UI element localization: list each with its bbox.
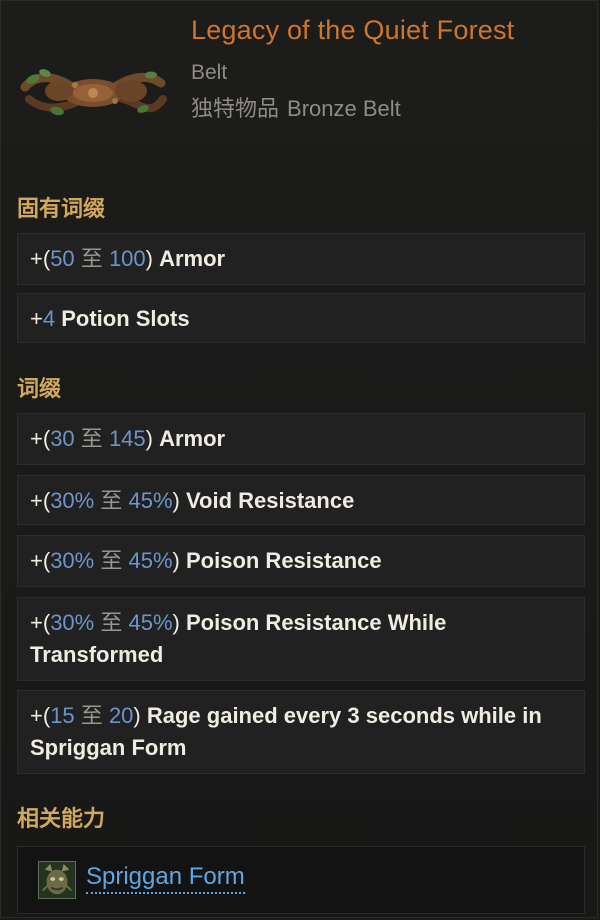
affix-row-poison-resistance: +(30% 至 45%) Poison Resistance [17,535,585,587]
item-type: Belt [191,61,228,84]
affix-row-void-resistance: +(30% 至 45%) Void Resistance [17,475,585,525]
spriggan-form-link[interactable]: Spriggan Form [86,862,245,894]
implicit-row-potion-slots: +4 Potion Slots [17,293,585,343]
affix-row-armor: +(30 至 145) Armor [17,413,585,465]
related-ability-row: Spriggan Form [17,846,585,914]
item-name: Legacy of the Quiet Forest [191,15,515,45]
implicit-section-label: 固有词缀 [17,196,106,221]
item-tooltip-panel: Legacy of the Quiet Forest Belt 独特物品 Bron… [0,0,598,918]
implicit-row-armor: +(50 至 100) Armor [17,233,585,285]
affix-section-label: 词缀 [17,376,62,401]
rarity-label: 独特物品 [191,96,280,121]
base-type: Bronze Belt [287,96,401,121]
bronze-belt-icon [20,69,167,116]
item-base-line: 独特物品 Bronze Belt [191,91,409,123]
affix-row-rage-gained: +(15 至 20) Rage gained every 3 seconds w… [17,690,585,774]
item-header: Legacy of the Quiet Forest Belt 独特物品 Bron… [1,1,600,151]
spriggan-face-icon [38,861,76,899]
ability-section-label: 相关能力 [17,806,106,831]
affix-row-poison-resistance-transformed: +(30% 至 45%) Poison Resistance While Tra… [17,597,585,681]
